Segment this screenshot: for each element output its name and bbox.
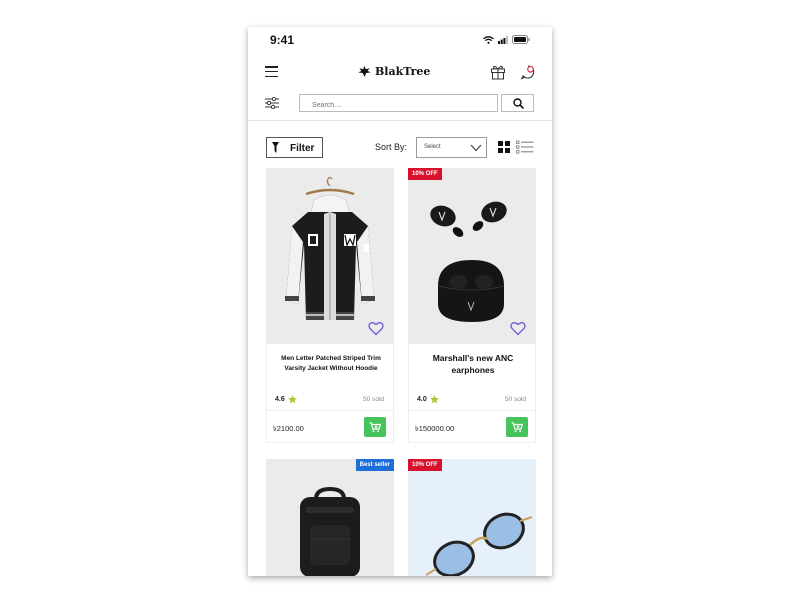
battery-icon bbox=[512, 35, 530, 44]
listing-toolbar: Filter Sort By: Select bbox=[248, 136, 552, 160]
product-name[interactable]: Men Letter Patched Striped Trim Varsity … bbox=[273, 354, 389, 374]
sort-select[interactable]: Select bbox=[416, 137, 487, 158]
search-icon bbox=[513, 98, 524, 109]
phone-frame: 9:41 BlakTree Filter Sort By: Select bbox=[248, 27, 552, 576]
wifi-icon bbox=[483, 35, 494, 44]
discount-badge: 10% OFF bbox=[408, 168, 442, 180]
add-to-cart-button[interactable] bbox=[506, 417, 528, 437]
star-icon bbox=[429, 395, 439, 404]
product-card[interactable]: Best seller bbox=[266, 459, 394, 576]
status-time: 9:41 bbox=[270, 33, 295, 47]
sort-label: Sort By: bbox=[375, 142, 408, 152]
sold-count: 50 sold bbox=[505, 396, 526, 403]
product-card[interactable]: 10% OFF Marshall's new ANC earphones 4.0… bbox=[408, 168, 536, 444]
cart-icon bbox=[511, 421, 523, 432]
search-button[interactable] bbox=[501, 94, 534, 112]
menu-icon[interactable] bbox=[265, 66, 278, 78]
chat-icon[interactable] bbox=[520, 64, 536, 80]
backpack-image bbox=[300, 486, 360, 576]
rating-value: 4.6 bbox=[275, 396, 285, 403]
product-image[interactable]: Best seller bbox=[266, 459, 394, 576]
product-info: Men Letter Patched Striped Trim Varsity … bbox=[266, 344, 394, 443]
sold-count: 50 sold bbox=[363, 396, 384, 403]
product-image[interactable]: 10% OFF bbox=[408, 168, 536, 344]
product-price: ৳2100.00 bbox=[273, 424, 304, 433]
product-image[interactable] bbox=[266, 168, 394, 344]
rating-value: 4.0 bbox=[417, 396, 427, 403]
status-bar: 9:41 bbox=[248, 27, 552, 55]
brand-name: BlakTree bbox=[375, 65, 431, 78]
star-icon bbox=[287, 395, 297, 404]
earphones-image bbox=[430, 201, 507, 322]
card-divider bbox=[409, 410, 535, 411]
search-row bbox=[248, 93, 552, 115]
product-card[interactable]: Men Letter Patched Striped Trim Varsity … bbox=[266, 168, 394, 444]
product-card[interactable]: 10% OFF bbox=[408, 459, 536, 576]
sunglasses-image bbox=[425, 512, 533, 576]
card-divider bbox=[267, 410, 393, 411]
status-icons bbox=[483, 35, 530, 44]
add-to-cart-button[interactable] bbox=[364, 417, 386, 437]
bestseller-badge: Best seller bbox=[355, 459, 394, 471]
grid-view-icon[interactable] bbox=[498, 141, 510, 153]
product-rating: 4.0 bbox=[417, 395, 439, 404]
leaf-logo-icon bbox=[358, 66, 371, 77]
brand-logo[interactable]: BlakTree bbox=[358, 65, 430, 78]
product-name[interactable]: Marshall's new ANC earphones bbox=[415, 352, 531, 376]
app-header: BlakTree bbox=[248, 61, 552, 87]
heart-icon[interactable] bbox=[510, 321, 526, 336]
filter-label: Filter bbox=[290, 143, 315, 154]
list-view-icon[interactable] bbox=[516, 140, 534, 154]
product-price: ৳150000.00 bbox=[415, 424, 455, 433]
varsity-jacket-image bbox=[285, 176, 375, 320]
heart-icon[interactable] bbox=[368, 321, 384, 336]
filter-sliders-icon[interactable] bbox=[265, 97, 279, 109]
discount-badge: 10% OFF bbox=[408, 459, 442, 471]
signal-icon bbox=[498, 35, 508, 44]
product-rating: 4.6 bbox=[275, 395, 297, 404]
header-divider bbox=[248, 120, 552, 121]
filter-button[interactable]: Filter bbox=[266, 137, 323, 158]
search-input[interactable] bbox=[299, 94, 498, 112]
gift-icon[interactable] bbox=[490, 64, 506, 80]
chevron-down-icon bbox=[470, 144, 482, 152]
funnel-icon bbox=[272, 142, 279, 153]
product-info: Marshall's new ANC earphones 4.0 50 sold… bbox=[408, 344, 536, 443]
cart-icon bbox=[369, 421, 381, 432]
sort-selected-value: Select bbox=[424, 144, 441, 150]
product-image[interactable]: 10% OFF bbox=[408, 459, 536, 576]
